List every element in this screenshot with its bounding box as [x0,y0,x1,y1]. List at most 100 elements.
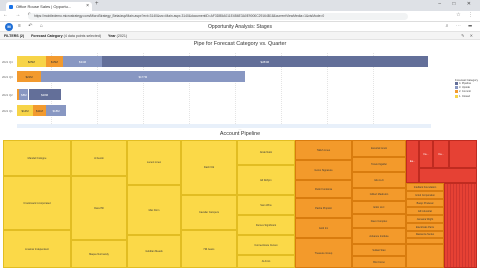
treemap-cell[interactable]: Mac Dorn [127,185,181,235]
app-nav-icons[interactable]: ≡ ↶ ⌂ [18,23,46,29]
treemap-cell[interactable]: Cavalier Campers [181,195,237,230]
treemap-cell[interactable]: Dara Hill [71,176,127,240]
browser-tab[interactable]: Office Rouse Sales | Opportu... × [6,2,92,11]
treemap-cell[interactable]: Grind Corporation [406,191,444,199]
treemap-cell[interactable]: Tonek Kigalfer [352,157,406,172]
y-category-label: 2021 Q4 [2,60,13,64]
treemap-cell[interactable]: Erkin LLC [352,201,406,214]
legend-swatch [455,94,458,98]
treemap-cell[interactable]: Mandell Cologne [3,140,71,176]
bar-segment[interactable]: $14M [17,105,34,116]
treemap-cell[interactable]: Jamaica Wight [406,215,444,223]
app-toolbar-icons[interactable]: ⌕ ⋯ ☰ [446,23,475,29]
chart-legend: Forecast Category 4. Pipeline 3. Upside 2. … [455,78,479,99]
bar-row: $25M $15M $34M $283M [17,56,431,67]
bookmark-menu-icons[interactable]: ☆ ⋮ [456,12,476,18]
bar-segment[interactable]: $25M [17,56,46,67]
treemap-cell[interactable]: Fa... [419,140,433,168]
treemap-cell[interactable] [406,244,444,268]
treemap-title: Account Pipeline [219,131,261,137]
treemap-cell[interactable]: Connecticare Cuisun [237,235,295,255]
treemap-cell[interactable] [419,168,477,183]
treemap-cell[interactable]: Atrak Natic [237,140,295,165]
browser-tab-bar: Office Rouse Sales | Opportu... × + – □ … [0,0,480,11]
y-category-label: 2021 Q2 [2,93,13,97]
treemap-cell[interactable]: Rastanza Sunko [406,231,444,238]
filter-2-name[interactable]: Year [108,34,116,38]
y-category-label: 2021 Q3 [2,75,13,79]
page-title: Opportunity Analysis: Stages [208,24,272,30]
legend-label: 2. Commit [459,90,471,94]
treemap-cell[interactable]: Linamar Independent [3,230,71,268]
treemap-cell[interactable]: Al Austin [71,140,127,176]
bar-row: $8M $28M [17,89,431,100]
legend-label: 3. Upside [459,86,470,90]
treemap-cell[interactable]: Banjo Pindesal [406,199,444,207]
treemap-cell[interactable]: Crookmack Incorporated [3,176,71,230]
treemap-cell[interactable]: Electricals Parts [406,223,444,231]
address-bar-row: ← → ⟳ https://mobiledemo.microstrategy.c… [0,11,480,22]
treemap-cell[interactable]: Hill Jeans [181,230,237,268]
url-input[interactable]: https://mobiledemo.microstrategy.com/Mic… [28,13,408,20]
app-logo-icon[interactable]: M [5,23,13,31]
treemap-cell[interactable]: Rutin Fondonia [295,180,352,198]
bar-chart-title: Pipe for Forecast Category vs. Quarter [193,41,287,47]
bar-segment[interactable]: $15M [45,56,63,67]
bar-segment[interactable]: $28M [28,89,61,100]
treemap-cell[interactable]: Gilo LLC [352,172,406,188]
treemap-cell[interactable]: Demex Significant [237,215,295,235]
treemap-cell[interactable] [449,140,477,168]
treemap-cell[interactable]: Maque Normandy [71,240,127,268]
bar-segment[interactable]: $177M [41,71,245,82]
treemap-cell[interactable]: Intelliant Foundation [406,183,444,191]
legend-label: 4. Pipeline [459,82,472,86]
legend-item[interactable]: 1. Closed [455,94,479,99]
close-tab-icon[interactable]: × [86,2,89,11]
app-header: Opportunity Analysis: Stages M ≡ ↶ ⌂ ⌕ ⋯… [0,22,480,32]
bar-row: $21M $177M [17,71,431,82]
window-controls[interactable]: – □ ✕ [438,1,476,7]
legend-swatch [455,82,458,85]
treemap-cell[interactable]: Gomo Signature [295,160,352,180]
bar-segment[interactable]: $34M [63,56,103,67]
filter-bar[interactable]: FILTERS (2) Forecast Category (4 data po… [0,32,480,40]
bar-segment[interactable]: $283M [102,56,428,67]
treemap-cell[interactable]: Gold Inc [295,218,352,238]
treemap-cell[interactable]: Ka... [433,140,449,168]
treemap-cell[interactable]: Bist Como [352,256,406,268]
bar-segment[interactable]: $8M [19,89,29,100]
treemap-cell-cluster[interactable] [444,183,477,268]
treemap-cell[interactable]: Ell Roflym [237,165,295,195]
legend-swatch [455,90,458,94]
treemap-cell[interactable]: Goldilan Meads [127,235,181,268]
y-category-label: 2021 Q1 [2,109,13,113]
treemap-cell[interactable]: Sam Wins [237,195,295,215]
filter-1-name[interactable]: Forecast Category [31,34,63,38]
treemap-cell[interactable]: Escorial Grant [352,140,406,157]
treemap-cell[interactable]: Davo Complex [352,214,406,228]
bar-row: $14M $11M $18M [17,105,431,116]
favicon-icon [9,4,13,9]
tab-title: Office Rouse Sales | Opportu... [16,4,72,9]
treemap-cell[interactable]: Talluh Lines [295,140,352,160]
legend-swatch [455,86,458,90]
bar-segment[interactable]: $11M [33,105,46,116]
bar-segment[interactable]: $21M [17,71,42,82]
filter-2-value: (2021) [116,34,128,38]
treemap-cell[interactable]: Ell Industrial [406,207,444,215]
filter-actions-icon[interactable]: ✎ ✕ [461,32,475,40]
filter-1-value: (4 data points selected) [63,34,102,38]
bar-segment[interactable]: $18M [45,105,67,116]
treemap-cell[interactable]: Al Amin [237,255,295,268]
x-axis-scrollbar[interactable] [17,124,431,128]
treemap-cell[interactable]: Lucent Linen [127,140,181,185]
treemap-cell[interactable]: Treasure Group [295,238,352,268]
new-tab-button[interactable]: + [95,1,99,7]
treemap-cell[interactable]: Pasha Pinpoint [295,198,352,218]
treemap-cell[interactable]: Advance Institute [352,228,406,244]
treemap-cell[interactable]: Ea... [406,140,419,183]
treemap-cell[interactable]: Sullast Stan [352,244,406,256]
filters-label: FILTERS (2) [4,34,25,38]
treemap-cell[interactable]: Dash Nik [181,140,237,195]
treemap-cell[interactable]: Gilbert Madrelon [352,188,406,201]
